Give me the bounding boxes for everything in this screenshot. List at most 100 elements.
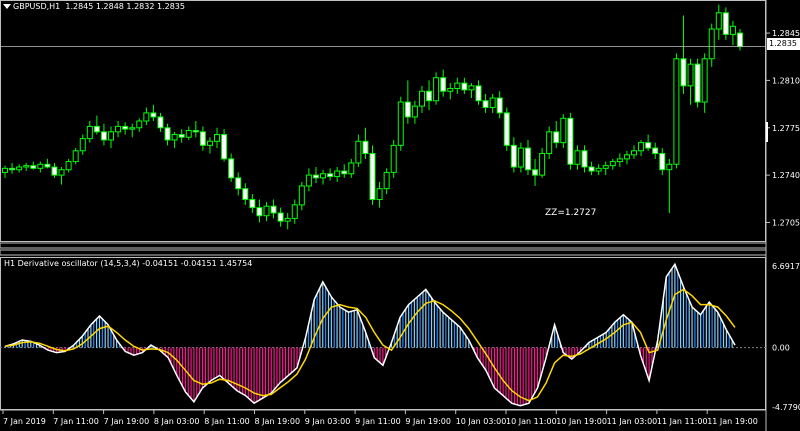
candle-body [609,161,616,167]
time-tick-label: 11 Jan 11:00 [657,417,708,426]
candle-body [171,134,178,141]
candle-body [623,154,630,160]
candle [440,69,447,97]
candle-body [164,127,171,141]
axis-scroll-marker[interactable] [766,122,768,142]
candle-body [715,12,722,30]
candle-body [185,129,192,138]
candle [680,15,687,94]
candle [199,126,206,151]
candle [595,164,602,176]
candle-body [454,82,461,90]
candle-body [581,150,588,168]
candle-body [729,25,736,35]
candle [277,207,284,227]
price-tick-label: 1.2740 [772,171,800,180]
candle-body [574,150,581,165]
candle-body [383,171,390,190]
candle-body [468,85,475,91]
candle [108,126,115,149]
candle [383,168,390,195]
candle [348,158,355,178]
osc-axis-bottom-label: -4.77909 [772,403,800,412]
candle-body [136,120,143,129]
chart-canvas[interactable]: 1.2845 1.2810 1.2775 1.2740 1.2705 6.69171 0.… [0,0,800,431]
oscillator-series: 6.69171 0.00 -4.77909 [0,262,800,412]
candle-body [595,167,602,172]
candle-body [722,12,729,35]
candle-body [108,131,115,141]
candle-body [86,125,93,140]
candle-body [157,116,164,129]
candle-body [475,85,482,102]
candle [23,162,30,172]
panel-separator-1[interactable] [0,242,767,249]
candle-body [418,90,425,107]
candle [496,91,503,119]
candle [468,83,475,98]
candle [722,7,729,40]
time-axis: 7 Jan 2019 7 Jan 11:00 7 Jan 19:00 8 Jan 03… [2,410,758,426]
candle [574,145,581,170]
candle-body [115,125,122,133]
symbol-menu-icon[interactable] [3,4,11,9]
candle-body [312,174,319,179]
candle-body [263,205,270,217]
candle [447,83,454,100]
candle [701,53,708,113]
candle-body [687,63,694,87]
candle [645,134,652,151]
candle [630,145,637,159]
ohlc-label: 1.2845 1.2848 1.2832 1.2835 [65,2,185,11]
candle [291,199,298,224]
candle [228,153,235,182]
price-tick-label: 1.2845 [772,29,800,38]
candle-body [489,97,496,108]
time-tick-label: 7 Jan 11:00 [53,417,99,426]
candle [708,23,715,67]
candle-body [532,169,539,176]
candle-body [23,165,30,168]
candle-body [341,170,348,175]
candle [9,162,16,174]
candle-body [737,32,743,48]
candle [143,107,150,126]
candle-body [44,163,51,168]
current-price-label: 1.2835 [767,38,800,50]
time-tick-label: 10 Jan 03:00 [456,417,507,426]
time-tick-label: 7 Jan 19:00 [104,417,150,426]
candle-body [440,77,447,92]
candle-body [645,142,652,149]
candle [192,121,199,138]
candle-body [256,207,263,217]
candle [376,181,383,208]
candle-body [659,152,666,171]
candle-body [560,117,567,144]
candle [454,77,461,94]
candle [30,161,37,170]
candle [164,123,171,146]
candle [539,148,546,178]
candle-body [630,150,637,156]
panel-separator-2[interactable] [0,249,767,256]
candle-body [510,144,517,168]
symbol-label: GBPUSD,H1 [13,2,61,11]
candle-body [567,117,574,165]
candle-body [652,147,659,154]
candle-body [178,134,185,138]
candle-body [51,166,58,176]
candle [100,123,107,146]
candle-body [404,101,411,118]
candle [115,121,122,138]
candle-body [496,97,503,114]
candle-body [694,63,701,103]
candle [609,158,616,170]
candle-body [680,58,687,87]
candle-body [546,131,553,154]
time-tick-label: 10 Jan 11:00 [506,417,557,426]
candle [122,122,129,135]
candle-body [291,204,298,219]
candle [588,161,595,176]
candle-body [284,217,291,222]
candle-body [461,82,468,91]
